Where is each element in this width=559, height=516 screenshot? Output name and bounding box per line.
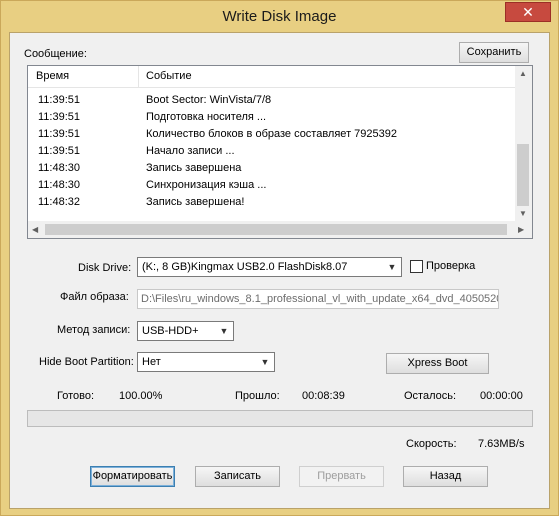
remaining-label: Осталось: (404, 390, 457, 402)
log-row[interactable]: 11:39:51 Подготовка носителя ... (28, 109, 517, 126)
hide-boot-partition-label: Hide Boot Partition: (39, 356, 134, 368)
close-button[interactable]: ✕ (505, 2, 551, 22)
column-header-time[interactable]: Время (36, 70, 69, 82)
log-event: Количество блоков в образе составляет 79… (146, 128, 397, 140)
title-bar[interactable]: Write Disk Image ✕ (1, 1, 558, 32)
format-button[interactable]: Форматировать (90, 466, 175, 487)
log-row[interactable]: 11:39:51 Начало записи ... (28, 143, 517, 160)
write-method-label: Метод записи: (57, 324, 131, 336)
elapsed-label: Прошло: (235, 390, 280, 402)
column-header-event[interactable]: Событие (146, 70, 192, 82)
log-time: 11:48:32 (38, 196, 81, 208)
image-file-field[interactable]: D:\Files\ru_windows_8.1_professional_vl_… (137, 289, 499, 309)
done-value: 100.00% (119, 390, 163, 402)
hide-boot-partition-select[interactable]: Нет ▼ (137, 352, 275, 372)
elapsed-value: 00:08:39 (302, 390, 345, 402)
speed-label: Скорость: (406, 438, 457, 450)
chevron-down-icon: ▼ (260, 357, 270, 367)
window-title: Write Disk Image (222, 8, 337, 25)
log-time: 11:48:30 (38, 162, 81, 174)
log-event: Подготовка носителя ... (146, 111, 267, 123)
verify-label: Проверка (426, 260, 476, 272)
disk-drive-select[interactable]: (K:, 8 GB)Kingmax USB2.0 FlashDisk8.07 ▼ (137, 257, 402, 277)
log-header: Время Событие (28, 66, 517, 88)
log-row[interactable]: 11:48:30 Запись завершена (28, 160, 517, 177)
log-row[interactable]: 11:48:30 Синхронизация кэша ... (28, 177, 517, 194)
write-method-value: USB-HDD+ (142, 325, 199, 337)
chevron-down-icon: ▼ (387, 262, 397, 272)
log-event: Синхронизация кэша ... (146, 179, 267, 191)
done-label: Готово: (57, 390, 95, 402)
scroll-right-icon[interactable]: ▶ (518, 225, 524, 234)
log-horizontal-scrollbar[interactable]: ◀ ▶ (28, 221, 532, 238)
message-section-label: Сообщение: (24, 48, 87, 60)
close-icon: ✕ (522, 4, 534, 20)
log-time: 11:48:30 (38, 179, 81, 191)
log-time: 11:39:51 (38, 128, 81, 140)
message-log-list[interactable]: Время Событие 11:39:51 Boot Sector: WinVi… (27, 65, 533, 239)
speed-value: 7.63MB/s (478, 438, 525, 450)
log-row[interactable]: 11:48:32 Запись завершена! (28, 194, 517, 211)
write-method-select[interactable]: USB-HDD+ ▼ (137, 321, 234, 341)
log-time: 11:39:51 (38, 94, 81, 106)
back-button[interactable]: Назад (403, 466, 488, 487)
log-event: Запись завершена! (146, 196, 245, 208)
log-event: Начало записи ... (146, 145, 235, 157)
scroll-down-icon[interactable]: ▼ (519, 209, 527, 218)
progress-fill (28, 411, 532, 426)
log-rows: 11:39:51 Boot Sector: WinVista/7/8 11:39:5… (28, 92, 517, 211)
write-disk-image-window: Write Disk Image ✕ Сообщение: Сохранить … (0, 0, 559, 516)
xpress-boot-button[interactable]: Xpress Boot (386, 353, 489, 374)
hide-boot-partition-value: Нет (142, 356, 161, 368)
horizontal-scroll-thumb[interactable] (45, 224, 507, 235)
chevron-down-icon: ▼ (219, 326, 229, 336)
log-time: 11:39:51 (38, 145, 81, 157)
image-file-label: Файл образа: (60, 291, 129, 303)
write-button[interactable]: Записать (195, 466, 280, 487)
image-file-value: D:\Files\ru_windows_8.1_professional_vl_… (141, 293, 499, 305)
disk-drive-label: Disk Drive: (78, 262, 132, 274)
log-event: Boot Sector: WinVista/7/8 (146, 94, 272, 106)
column-separator[interactable] (138, 66, 139, 88)
vertical-scroll-thumb[interactable] (517, 144, 529, 206)
log-vertical-scrollbar[interactable]: ▲ ▼ (515, 66, 532, 221)
scroll-left-icon[interactable]: ◀ (32, 225, 38, 234)
dialog-body: Сообщение: Сохранить Время Событие 11:39… (9, 32, 550, 509)
save-log-button[interactable]: Сохранить (459, 42, 529, 63)
abort-button[interactable]: Прервать (299, 466, 384, 487)
log-event: Запись завершена (146, 162, 242, 174)
scroll-up-icon[interactable]: ▲ (519, 69, 527, 78)
log-time: 11:39:51 (38, 111, 81, 123)
log-row[interactable]: 11:39:51 Boot Sector: WinVista/7/8 (28, 92, 517, 109)
progress-bar (27, 410, 533, 427)
disk-drive-value: (K:, 8 GB)Kingmax USB2.0 FlashDisk8.07 (142, 261, 348, 273)
remaining-value: 00:00:00 (480, 390, 523, 402)
verify-checkbox[interactable] (410, 260, 423, 273)
log-row[interactable]: 11:39:51 Количество блоков в образе соста… (28, 126, 517, 143)
